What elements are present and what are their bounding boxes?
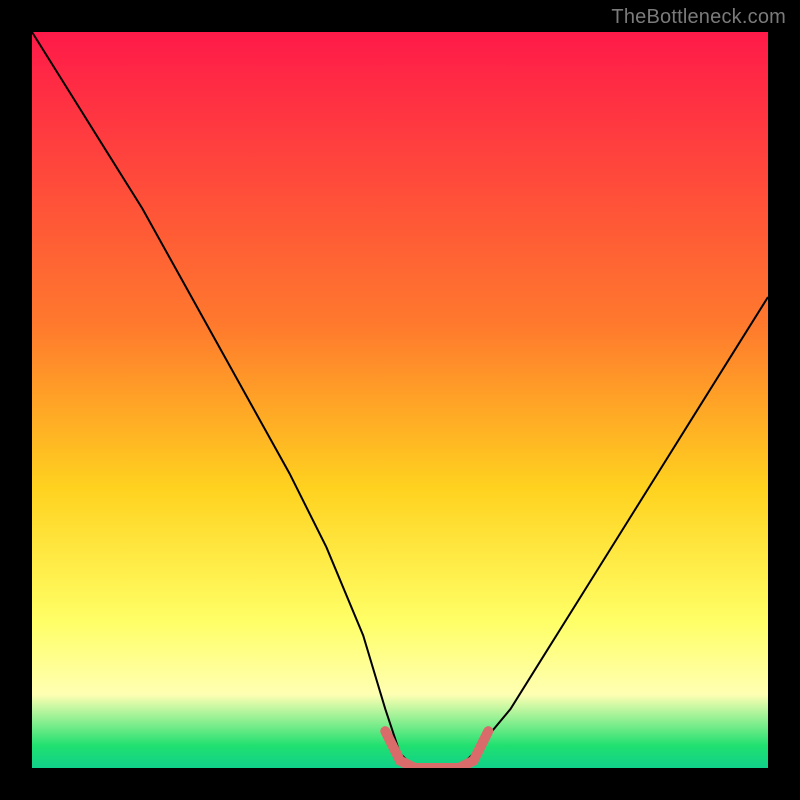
bottleneck-curve bbox=[32, 32, 768, 768]
chart-canvas bbox=[32, 32, 768, 768]
bottom-highlight bbox=[385, 731, 488, 768]
chart-lines bbox=[32, 32, 768, 768]
watermark-text: TheBottleneck.com bbox=[611, 6, 786, 29]
outer-frame: TheBottleneck.com bbox=[0, 0, 800, 800]
